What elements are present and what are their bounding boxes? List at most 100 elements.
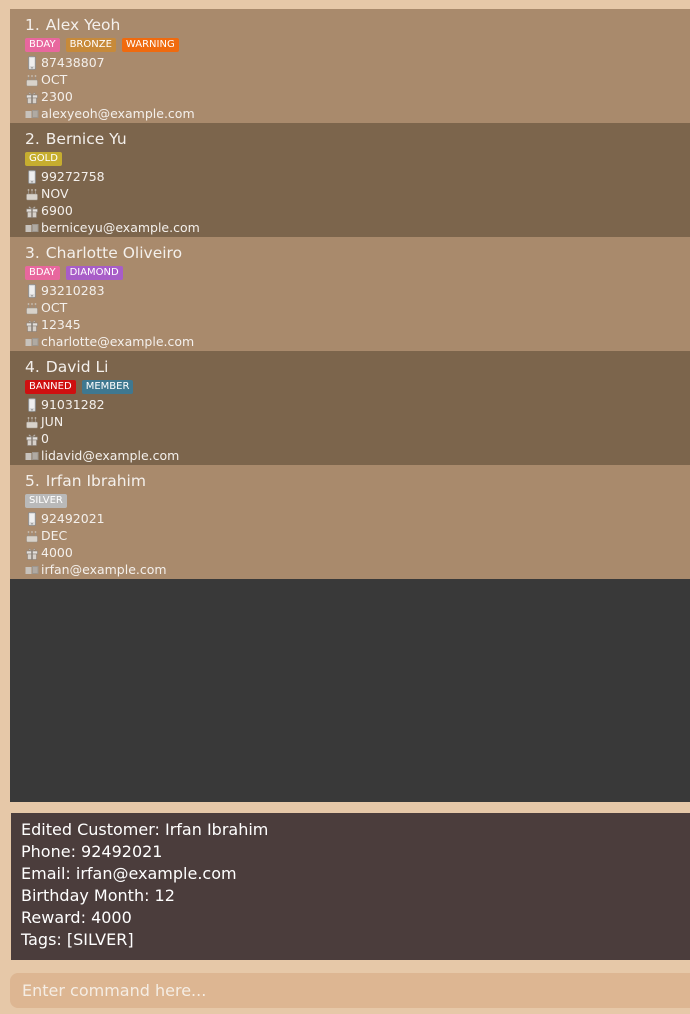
customer-card[interactable]: 1. Alex Yeoh BDAY BRONZE WARNING 87438807 OCT 2… bbox=[10, 9, 690, 123]
customer-reward-row: 2300 bbox=[25, 88, 690, 105]
customer-name-line: 3. Charlotte Oliveiro bbox=[25, 243, 690, 263]
result-line: Tags: [SILVER] bbox=[21, 930, 134, 949]
customer-index: 4. bbox=[25, 358, 40, 376]
customer-reward: 0 bbox=[41, 431, 49, 446]
customer-birthday: OCT bbox=[41, 300, 68, 315]
customer-card[interactable]: 2. Bernice Yu GOLD 99272758 NOV 6900 berniceyu… bbox=[10, 123, 690, 237]
customer-phone: 99272758 bbox=[41, 169, 105, 184]
customer-name: Irfan Ibrahim bbox=[45, 472, 146, 490]
customer-name-line: 2. Bernice Yu bbox=[25, 129, 690, 149]
customer-phone-row: 92492021 bbox=[25, 510, 690, 527]
customer-name-line: 1. Alex Yeoh bbox=[25, 15, 690, 35]
tag-banned: BANNED bbox=[25, 380, 76, 394]
tag-list: BDAY BRONZE WARNING bbox=[25, 37, 690, 54]
email-icon bbox=[25, 221, 39, 235]
customer-birthday-row: DEC bbox=[25, 527, 690, 544]
result-line: Reward: 4000 bbox=[21, 908, 132, 927]
customer-index: 1. bbox=[25, 16, 40, 34]
customer-index: 5. bbox=[25, 472, 40, 490]
result-line: Email: irfan@example.com bbox=[21, 864, 237, 883]
customer-card[interactable]: 3. Charlotte Oliveiro BDAY DIAMOND 93210283 O… bbox=[10, 237, 690, 351]
tag-diamond: DIAMOND bbox=[65, 266, 123, 280]
customer-phone-row: 93210283 bbox=[25, 282, 690, 299]
phone-icon bbox=[25, 397, 39, 412]
customer-email-row: charlotte@example.com bbox=[25, 333, 690, 350]
gift-icon bbox=[25, 204, 39, 218]
customer-index: 2. bbox=[25, 130, 40, 148]
customer-reward: 12345 bbox=[41, 317, 81, 332]
customer-birthday: NOV bbox=[41, 186, 69, 201]
customer-email: berniceyu@example.com bbox=[41, 220, 200, 235]
customer-card[interactable]: 4. David Li BANNED MEMBER 91031282 JUN 0 lidavi… bbox=[10, 351, 690, 465]
customer-name: Bernice Yu bbox=[45, 130, 127, 148]
tag-member: MEMBER bbox=[81, 380, 134, 394]
cake-icon bbox=[25, 301, 39, 315]
customer-birthday: JUN bbox=[41, 414, 64, 429]
email-icon bbox=[25, 335, 39, 349]
result-line: Birthday Month: 12 bbox=[21, 886, 175, 905]
tag-bday: BDAY bbox=[25, 38, 60, 52]
gift-icon bbox=[25, 546, 39, 560]
customer-birthday-row: OCT bbox=[25, 299, 690, 316]
tag-warning: WARNING bbox=[121, 38, 179, 52]
customer-reward: 4000 bbox=[41, 545, 73, 560]
customer-email: alexyeoh@example.com bbox=[41, 106, 195, 121]
tag-bronze: BRONZE bbox=[65, 38, 116, 52]
customer-card[interactable]: 5. Irfan Ibrahim SILVER 92492021 DEC 4000 irfa… bbox=[10, 465, 690, 579]
phone-icon bbox=[25, 511, 39, 526]
customer-name-line: 4. David Li bbox=[25, 357, 690, 377]
tag-list: SILVER bbox=[25, 493, 690, 510]
customer-phone: 93210283 bbox=[41, 283, 105, 298]
customer-phone-row: 87438807 bbox=[25, 54, 690, 71]
customer-name: Alex Yeoh bbox=[45, 16, 121, 34]
tag-list: BDAY DIAMOND bbox=[25, 265, 690, 282]
customer-birthday-row: NOV bbox=[25, 185, 690, 202]
customer-phone-row: 91031282 bbox=[25, 396, 690, 413]
customer-reward-row: 0 bbox=[25, 430, 690, 447]
result-line: Phone: 92492021 bbox=[21, 842, 163, 861]
tag-list: GOLD bbox=[25, 151, 690, 168]
customer-email-row: lidavid@example.com bbox=[25, 447, 690, 464]
customer-email-row: alexyeoh@example.com bbox=[25, 105, 690, 122]
customer-reward-row: 4000 bbox=[25, 544, 690, 561]
cake-icon bbox=[25, 73, 39, 87]
gift-icon bbox=[25, 432, 39, 446]
customer-name: David Li bbox=[45, 358, 109, 376]
customer-email: irfan@example.com bbox=[41, 562, 167, 577]
email-icon bbox=[25, 107, 39, 121]
customer-reward-row: 6900 bbox=[25, 202, 690, 219]
result-line: Edited Customer: Irfan Ibrahim bbox=[21, 820, 269, 839]
command-box[interactable] bbox=[10, 973, 690, 1008]
phone-icon bbox=[25, 169, 39, 184]
cake-icon bbox=[25, 187, 39, 201]
customer-list[interactable]: 1. Alex Yeoh BDAY BRONZE WARNING 87438807 OCT 2… bbox=[10, 9, 690, 802]
customer-name-line: 5. Irfan Ibrahim bbox=[25, 471, 690, 491]
gift-icon bbox=[25, 90, 39, 104]
customer-phone-row: 99272758 bbox=[25, 168, 690, 185]
customer-email-row: irfan@example.com bbox=[25, 561, 690, 578]
customer-phone: 92492021 bbox=[41, 511, 105, 526]
gift-icon bbox=[25, 318, 39, 332]
customer-birthday: DEC bbox=[41, 528, 68, 543]
cake-icon bbox=[25, 415, 39, 429]
tag-silver: SILVER bbox=[25, 494, 67, 508]
customer-reward: 6900 bbox=[41, 203, 73, 218]
phone-icon bbox=[25, 55, 39, 70]
customer-email: lidavid@example.com bbox=[41, 448, 180, 463]
tag-gold: GOLD bbox=[25, 152, 62, 166]
result-display: Edited Customer: Irfan Ibrahim Phone: 924… bbox=[11, 813, 690, 960]
command-input[interactable] bbox=[10, 973, 690, 1008]
customer-name: Charlotte Oliveiro bbox=[45, 244, 183, 262]
tag-bday: BDAY bbox=[25, 266, 60, 280]
phone-icon bbox=[25, 283, 39, 298]
customer-email-row: berniceyu@example.com bbox=[25, 219, 690, 236]
customer-reward-row: 12345 bbox=[25, 316, 690, 333]
customer-phone: 91031282 bbox=[41, 397, 105, 412]
customer-index: 3. bbox=[25, 244, 40, 262]
customer-reward: 2300 bbox=[41, 89, 73, 104]
customer-email: charlotte@example.com bbox=[41, 334, 195, 349]
tag-list: BANNED MEMBER bbox=[25, 379, 690, 396]
customer-birthday-row: OCT bbox=[25, 71, 690, 88]
customer-birthday: OCT bbox=[41, 72, 68, 87]
customer-birthday-row: JUN bbox=[25, 413, 690, 430]
